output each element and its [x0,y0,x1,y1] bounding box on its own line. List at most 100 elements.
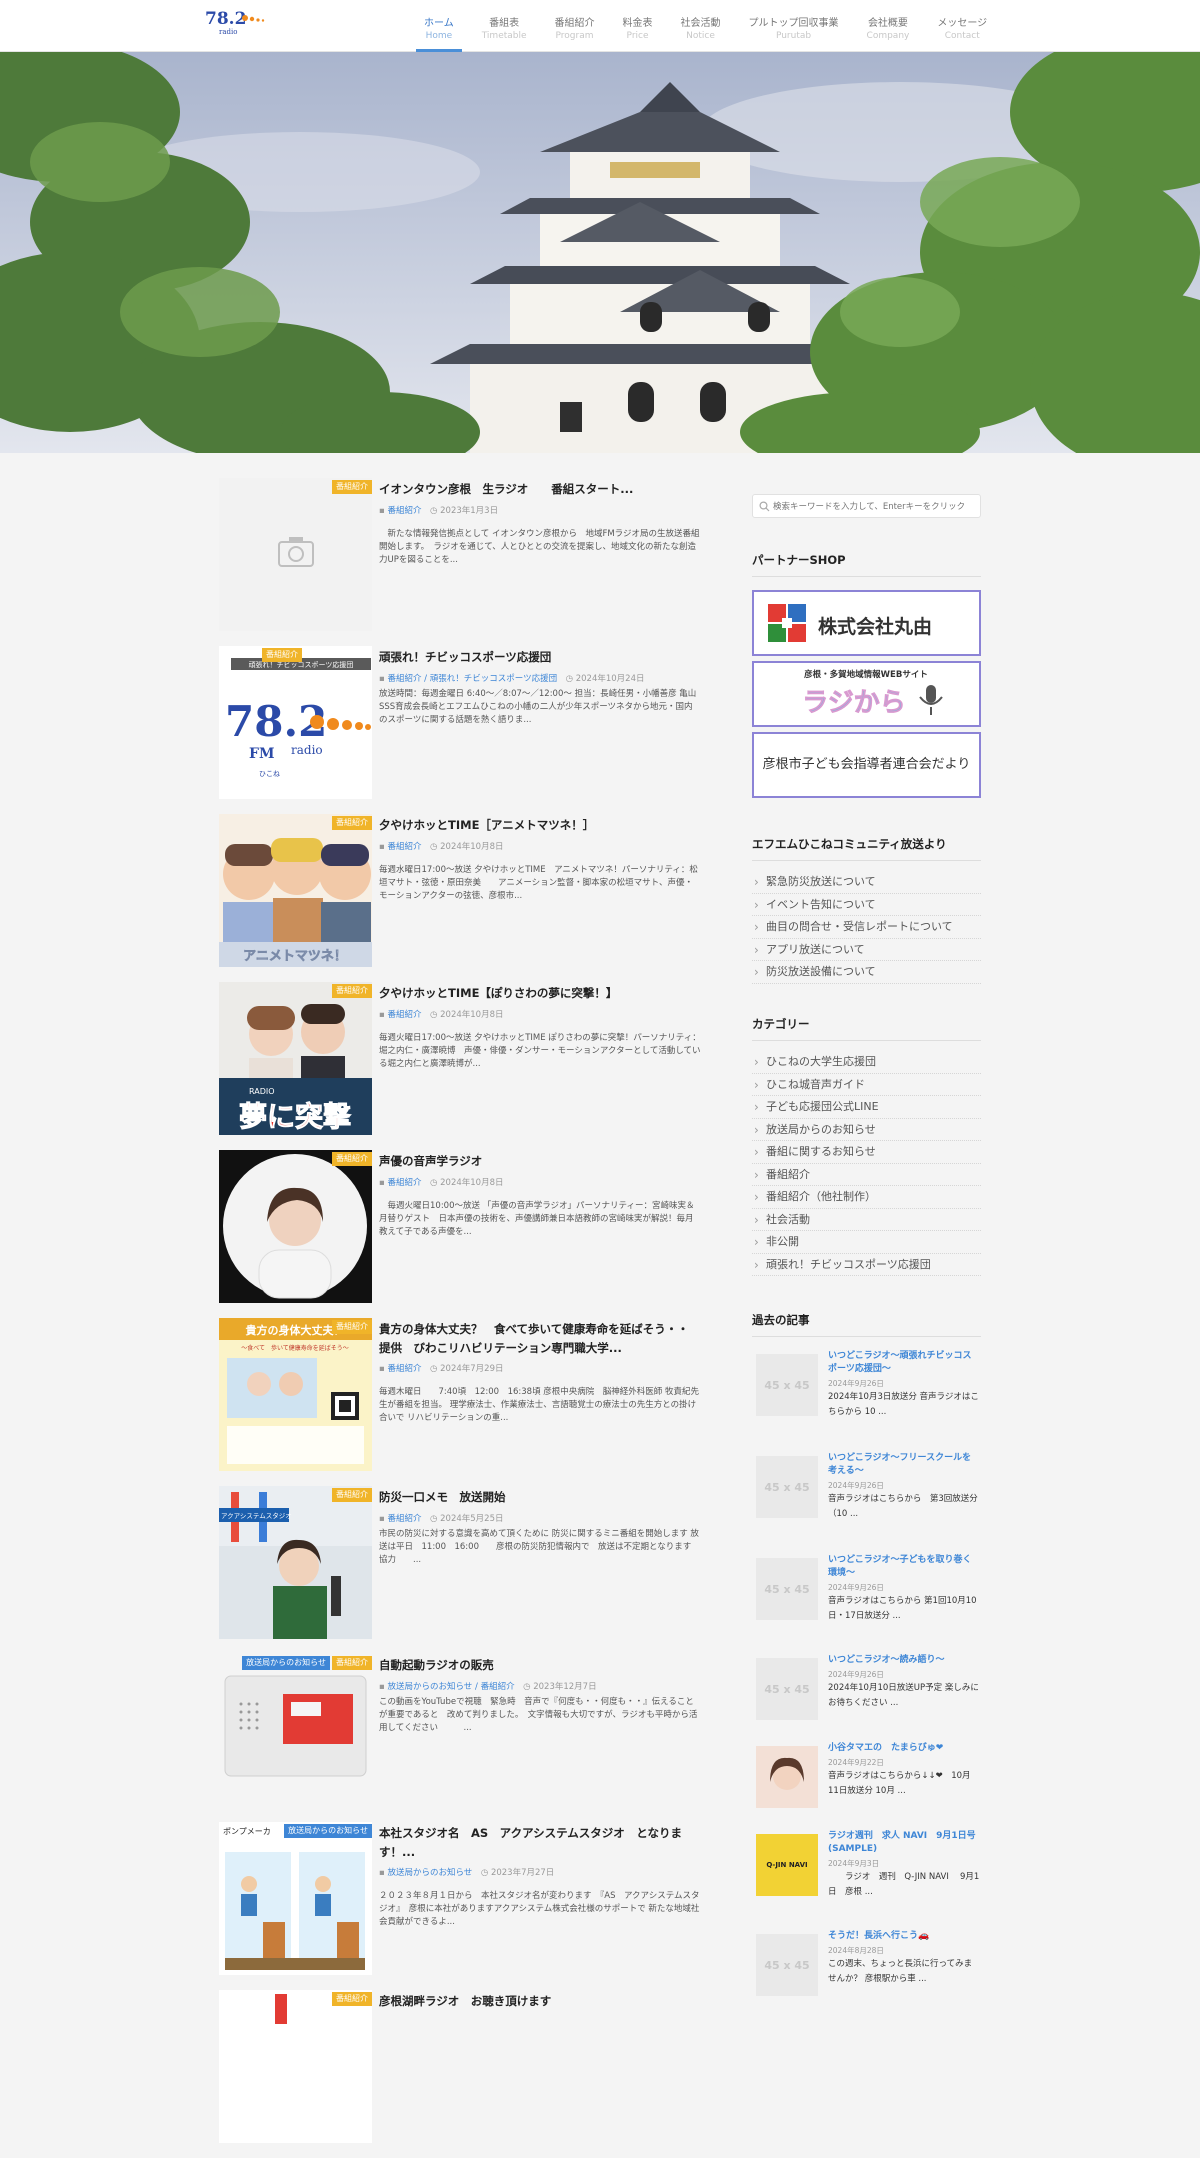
news-widget-title: エフエムひこねコミュニティ放送より [752,836,981,861]
category-item[interactable]: 社会活動 [752,1209,981,1231]
post-title[interactable]: 本社スタジオ名 AS アクアシステムスタジオ となります！... [379,1824,701,1862]
post-thumbnail[interactable]: 放送局からのお知らせ 番組紹介 [219,1654,372,1807]
post-title[interactable]: 夕やけホッとTIME［アニメトマツネ！］ [379,816,701,835]
category-tag[interactable]: 番組紹介 [332,480,372,494]
post-categories[interactable]: 番組紹介 [387,1178,421,1188]
banner-kodomokai[interactable]: 彦根市子ども会指導者連合会だより [752,732,981,798]
category-tag[interactable]: 番組紹介 [332,816,372,830]
category-item[interactable]: 番組に関するお知らせ [752,1141,981,1164]
nav-purutab[interactable]: プルトップ回収事業 Purutab [735,8,853,52]
post-thumbnail[interactable]: 番組紹介 [219,1990,372,2143]
post-thumbnail[interactable]: 頑張れ！チビッコスポーツ応援団 78.2 FM radio ひこね 番組紹介 [219,646,372,799]
category-item[interactable]: 番組紹介 [752,1164,981,1186]
post-categories[interactable]: 番組紹介 [387,1010,421,1020]
category-tag[interactable]: 番組紹介 [332,1656,372,1670]
post-thumbnail[interactable]: 番組紹介 [219,478,372,631]
post-card: 放送局からのお知らせ 番組紹介 自動起動ラジオの販売 ▪ 放送局からのお知らせ … [219,1654,704,1822]
site-logo[interactable]: 78.2 radio [203,5,269,37]
news-item[interactable]: 緊急防災放送について [752,871,981,894]
past-post-title[interactable]: いつどこラジオ〜読み語り〜 [828,1654,978,1667]
anime-illustration-thumbnail: アニメトマツネ！ [219,814,372,967]
svg-text:ポンプメーカ: ポンプメーカ [223,1827,271,1836]
past-post-thumbnail[interactable]: 45 x 45 [756,1558,818,1620]
past-post-title[interactable]: いつどこラジオ〜フリースクールを考える〜 [828,1452,978,1478]
nav-home[interactable]: ホーム Home [410,8,468,52]
banner-rajikara[interactable]: 彦根・多賀地域情報WEBサイト ラジから [752,661,981,727]
nav-program[interactable]: 番組紹介 Program [541,8,609,52]
post-categories[interactable]: 番組紹介 [387,1514,421,1524]
past-post-thumbnail[interactable]: 45 x 45 [756,1456,818,1518]
post-title[interactable]: 夕やけホッとTIME【ぽりさわの夢に突撃！】 [379,984,701,1003]
past-posts-title: 過去の記事 [752,1312,981,1337]
post-title[interactable]: 頑張れ！チビッコスポーツ応援団 [379,648,701,667]
post-title[interactable]: 声優の音声学ラジオ [379,1152,701,1171]
news-item[interactable]: 曲目の問合せ・受信レポートについて [752,916,981,939]
nav-price[interactable]: 料金表 Price [609,8,667,52]
category-tag[interactable]: 番組紹介 [332,1992,372,2006]
category-tag[interactable]: 番組紹介 [262,648,302,662]
post-title[interactable]: 防災一口メモ 放送開始 [379,1488,701,1507]
post-thumbnail[interactable]: RADIO 夢に突撃 番組紹介 [219,982,372,1135]
past-post-thumbnail[interactable]: 45 x 45 [756,1658,818,1720]
category-item[interactable]: ひこねの大学生応援団 [752,1051,981,1074]
category-item[interactable]: 子ども応援団公式LINE [752,1096,981,1119]
past-post-title[interactable]: 小谷タマエの たまらびゅ❤ [828,1742,978,1755]
past-post-item: Q-JIN NAVI ラジオ週刊 求人 NAVI 9月1日号(SAMPLE) 2… [752,1826,981,1926]
clock-icon: ◷ [480,1868,491,1878]
nav-company[interactable]: 会社概要 Company [853,8,924,52]
category-tag[interactable]: 放送局からのお知らせ [242,1656,330,1670]
news-item[interactable]: 防災放送設備について [752,961,981,984]
past-post-excerpt: 2024年10月10日放送UP予定 楽しみにお待ちください ... [828,1683,979,1708]
post-title[interactable]: 彦根湖畔ラジオ お聴き頂けます [379,1992,701,2011]
post-categories[interactable]: 放送局からのお知らせ / 番組紹介 [387,1682,514,1692]
category-item[interactable]: 番組紹介（他社制作） [752,1186,981,1209]
clock-icon: ◷ [430,1178,441,1188]
post-card: アニメトマツネ！ 番組紹介 夕やけホッとTIME［アニメトマツネ！］ ▪ 番組紹… [219,814,704,982]
nav-label: 会社概要 [867,18,908,29]
category-tag[interactable]: 番組紹介 [332,984,372,998]
past-post-thumbnail[interactable] [756,1746,818,1808]
past-post-item: 45 x 45 いつどこラジオ〜読み語り〜 2024年9月26日 2024年10… [752,1650,981,1738]
past-post-thumbnail[interactable]: 45 x 45 [756,1354,818,1416]
news-item[interactable]: イベント告知について [752,894,981,916]
category-item[interactable]: 放送局からのお知らせ [752,1119,981,1141]
category-item[interactable]: ひこね城音声ガイド [752,1074,981,1096]
past-post-title[interactable]: いつどこラジオ〜頑張れチビッコスポーツ応援団〜 [828,1350,978,1376]
post-categories[interactable]: 番組紹介 [387,506,421,516]
category-tag[interactable]: 番組紹介 [332,1152,372,1166]
past-post-title[interactable]: ラジオ週刊 求人 NAVI 9月1日号(SAMPLE) [828,1830,978,1856]
post-thumbnail[interactable]: 貴方の身体大丈夫？ 〜食べて 歩いて健康寿命を延ばそう〜 番組紹介 [219,1318,372,1471]
news-item[interactable]: アプリ放送について [752,939,981,961]
post-categories[interactable]: 放送局からのお知らせ [387,1868,472,1878]
category-item[interactable]: 頑張れ！チビッコスポーツ応援団 [752,1254,981,1276]
post-categories[interactable]: 番組紹介 / 頑張れ！チビッコスポーツ応援団 [387,674,557,684]
nav-notice[interactable]: 社会活動 Notice [667,8,735,52]
past-post-item: 45 x 45 いつどこラジオ〜フリースクールを考える〜 2024年9月26日 … [752,1448,981,1550]
category-tag[interactable]: 番組紹介 [332,1488,372,1502]
post-title[interactable]: イオンタウン彦根 生ラジオ 番組スタート... [379,480,701,499]
category-tag[interactable]: 番組紹介 [332,1320,372,1334]
banner-maruyoshi[interactable]: 株式会社丸由 [752,590,981,656]
post-date: 2024年10月24日 [575,674,645,684]
nav-contact[interactable]: メッセージ Contact [923,8,1001,52]
category-item[interactable]: 非公開 [752,1231,981,1254]
past-post-title[interactable]: いつどこラジオ〜子どもを取り巻く環境〜 [828,1554,978,1580]
clock-icon: ◷ [565,674,576,684]
post-thumbnail[interactable]: ポンプメーカ 放送局からのお知らせ [219,1822,372,1975]
post-thumbnail[interactable]: アクアシステムスタジオ 番組紹介 [219,1486,372,1639]
post-date: 2024年7月29日 [440,1364,504,1374]
post-thumbnail[interactable]: 番組紹介 [219,1150,372,1303]
post-title[interactable]: 貴方の身体大丈夫？ 食べて歩いて健康寿命を延ばそう・・ 提供 びわこリハビリテー… [379,1320,701,1358]
post-categories[interactable]: 番組紹介 [387,842,421,852]
past-post-excerpt: この週末、ちょっと長浜に行ってみませんか？ 彦根駅から車 ... [828,1959,973,1984]
search-input[interactable] [773,499,978,515]
past-post-title[interactable]: そうだ！長浜へ行こう🚗 [828,1930,978,1943]
radio-device-thumbnail [219,1654,372,1807]
post-categories[interactable]: 番組紹介 [387,1364,421,1374]
nav-timetable[interactable]: 番組表 Timetable [468,8,541,52]
past-post-thumbnail[interactable]: Q-JIN NAVI [756,1834,818,1896]
post-title[interactable]: 自動起動ラジオの販売 [379,1656,701,1675]
category-tag[interactable]: 放送局からのお知らせ [284,1824,372,1838]
past-post-thumbnail[interactable]: 45 x 45 [756,1934,818,1996]
post-thumbnail[interactable]: アニメトマツネ！ 番組紹介 [219,814,372,967]
